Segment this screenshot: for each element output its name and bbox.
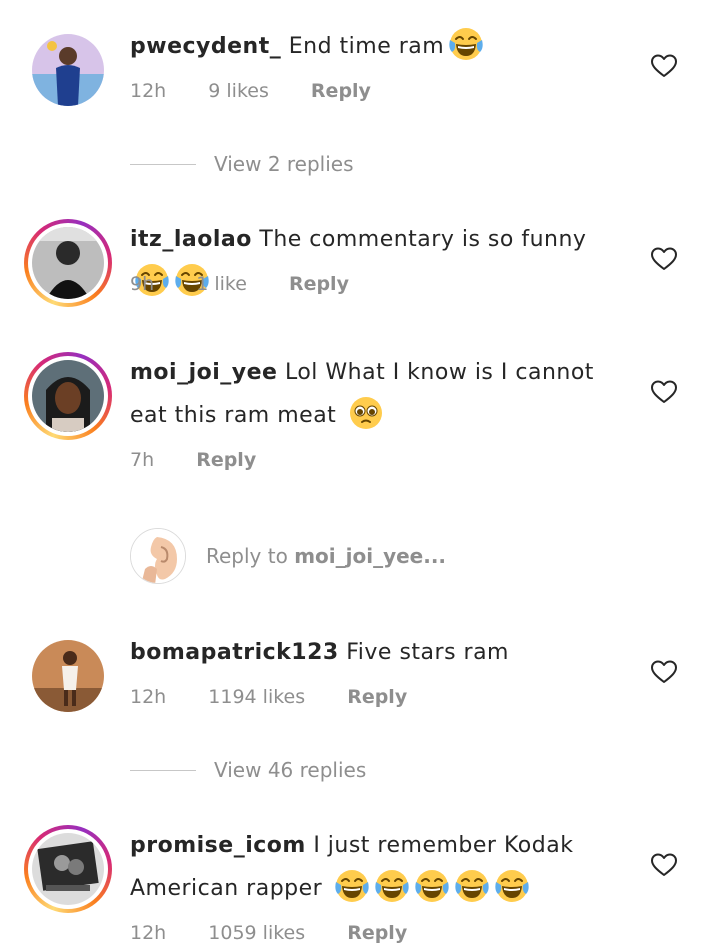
view-replies-label[interactable]: View 46 replies <box>214 758 366 782</box>
laugh-cry-emoji <box>494 868 530 904</box>
current-user-avatar <box>130 528 186 584</box>
comment-meta: 12h 9 likes Reply <box>130 80 407 102</box>
heart-outline-icon[interactable] <box>651 247 677 271</box>
comment-text: bomapatrick123 Five stars ram <box>130 631 610 674</box>
laugh-cry-emoji <box>374 868 410 904</box>
comment-meta: 7h Reply <box>130 449 292 471</box>
view-replies-button[interactable]: View 2 replies <box>130 152 354 176</box>
comment-body: The commentary is so funny <box>259 227 587 252</box>
username[interactable]: itz_laolao <box>130 227 252 252</box>
avatar-story-ring[interactable] <box>24 825 112 913</box>
comment-meta: 12h 1059 likes Reply <box>130 922 443 944</box>
timestamp: 9h <box>130 273 155 295</box>
like-count[interactable]: 9 likes <box>208 80 269 102</box>
comment-text: pwecydent_ End time ram <box>130 25 610 68</box>
comment-text: promise_icom I just remember Kodak Ameri… <box>130 824 610 910</box>
avatar <box>32 227 104 299</box>
timestamp: 12h <box>130 80 167 102</box>
timestamp: 12h <box>130 686 167 708</box>
laugh-cry-emoji <box>454 868 490 904</box>
heart-outline-icon[interactable] <box>651 660 677 684</box>
comment-meta: 9h 1 like Reply <box>130 273 385 295</box>
pleading-face-emoji <box>348 395 384 431</box>
avatar[interactable] <box>32 34 104 106</box>
view-replies-button[interactable]: View 46 replies <box>130 758 366 782</box>
avatar-story-ring[interactable] <box>24 352 112 440</box>
reply-button[interactable]: Reply <box>289 273 349 295</box>
laugh-cry-emoji <box>334 868 370 904</box>
divider <box>130 163 196 165</box>
reply-button[interactable]: Reply <box>347 686 407 708</box>
heart-outline-icon[interactable] <box>651 54 677 78</box>
avatar-photo <box>32 34 104 106</box>
avatar <box>32 833 104 905</box>
comment-body: Five stars ram <box>346 640 509 665</box>
username[interactable]: moi_joi_yee <box>130 360 277 385</box>
avatar-photo <box>32 640 104 712</box>
heart-outline-icon[interactable] <box>651 380 677 404</box>
reply-button[interactable]: Reply <box>347 922 407 944</box>
username[interactable]: pwecydent_ <box>130 34 281 59</box>
laugh-cry-emoji <box>414 868 450 904</box>
avatar <box>32 360 104 432</box>
comment-meta: 12h 1194 likes Reply <box>130 686 443 708</box>
divider <box>130 769 196 771</box>
view-replies-label[interactable]: View 2 replies <box>214 152 354 176</box>
timestamp: 7h <box>130 449 155 471</box>
heart-outline-icon[interactable] <box>651 853 677 877</box>
reply-button[interactable]: Reply <box>311 80 371 102</box>
comment-body: End time ram <box>288 34 445 59</box>
reply-composer[interactable]: Reply to moi_joi_yee... <box>130 528 446 584</box>
laugh-cry-emoji <box>448 26 484 62</box>
like-count[interactable]: 1 like <box>196 273 247 295</box>
timestamp: 12h <box>130 922 167 944</box>
reply-prompt[interactable]: Reply to moi_joi_yee... <box>206 544 446 568</box>
reply-button[interactable]: Reply <box>196 449 256 471</box>
username[interactable]: bomapatrick123 <box>130 640 339 665</box>
avatar-story-ring[interactable] <box>24 219 112 307</box>
like-count[interactable]: 1194 likes <box>208 686 305 708</box>
reply-target-username: moi_joi_yee... <box>294 544 447 568</box>
comment-text: moi_joi_yee Lol What I know is I cannot … <box>130 351 610 437</box>
avatar[interactable] <box>32 640 104 712</box>
username[interactable]: promise_icom <box>130 833 306 858</box>
like-count[interactable]: 1059 likes <box>208 922 305 944</box>
reply-prefix: Reply to <box>206 544 288 568</box>
